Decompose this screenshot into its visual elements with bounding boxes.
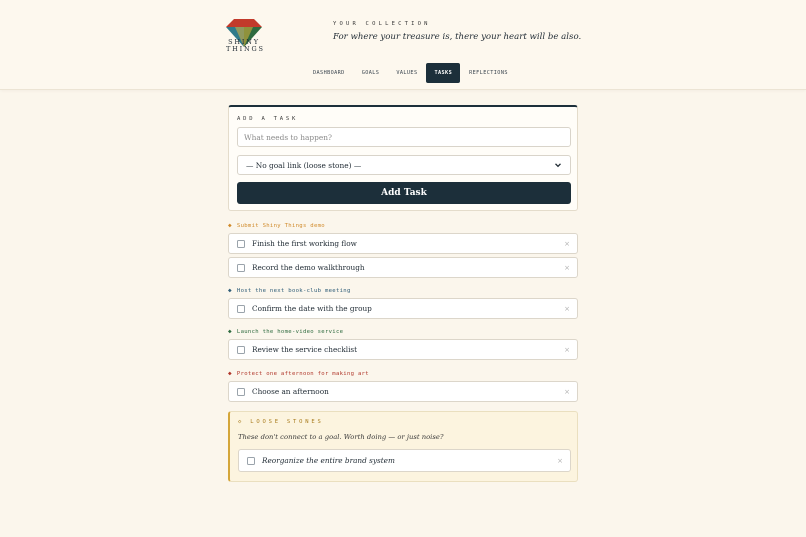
task-input[interactable]: [237, 127, 571, 147]
tab-dashboard[interactable]: DASHBOARD: [305, 63, 353, 83]
task-checkbox[interactable]: [237, 304, 245, 313]
goal-select-value: — No goal link (loose stone) —: [246, 160, 362, 170]
task-checkbox[interactable]: [247, 456, 255, 465]
goal-group-name: Host the next book-club meeting: [236, 287, 351, 294]
loose-stones-card: ◇ LOOSE STONES These don't connect to a …: [228, 411, 578, 482]
loose-stones-title: LOOSE STONES: [250, 419, 324, 425]
tab-reflections[interactable]: REFLECTIONS: [461, 63, 516, 83]
task-row: Reorganize the entire brand system ×: [238, 449, 571, 472]
task-title: Confirm the date with the group: [252, 304, 372, 313]
diamond-marker-icon: ◆: [228, 287, 232, 294]
add-task-card: ADD A TASK — No goal link (loose stone) …: [228, 105, 578, 211]
goal-group-label: ◆ Host the next book-club meeting: [228, 287, 351, 294]
task-checkbox[interactable]: [237, 263, 245, 272]
tab-values[interactable]: VALUES: [388, 63, 425, 83]
goal-group-name: Protect one afternoon for making art: [236, 370, 369, 377]
tab-tasks[interactable]: TASKS: [426, 63, 461, 83]
goal-group-label: ◆ Submit Shiny Things demo: [228, 222, 325, 229]
delete-task-icon[interactable]: ×: [563, 388, 571, 396]
delete-task-icon[interactable]: ×: [556, 457, 564, 465]
task-row: Finish the first working flow ×: [228, 233, 578, 254]
task-row: Review the service checklist ×: [228, 339, 578, 360]
loose-stone-icon: ◇: [238, 419, 245, 425]
delete-task-icon[interactable]: ×: [563, 240, 571, 248]
header-kicker: YOUR COLLECTION: [333, 21, 431, 27]
task-title: Finish the first working flow: [252, 239, 357, 248]
task-row: Record the demo walkthrough ×: [228, 257, 578, 278]
task-checkbox[interactable]: [237, 387, 245, 396]
chevron-down-icon: [555, 163, 561, 168]
task-title: Review the service checklist: [252, 345, 358, 354]
task-title: Choose an afternoon: [252, 387, 329, 396]
goal-group-name: Submit Shiny Things demo: [236, 222, 325, 229]
delete-task-icon[interactable]: ×: [563, 346, 571, 354]
add-task-label: ADD A TASK: [237, 116, 299, 122]
task-title: Record the demo walkthrough: [252, 263, 365, 272]
app-header: SHINY THINGS YOUR COLLECTION For where y…: [0, 0, 806, 90]
header-tagline: For where your treasure is, there your h…: [333, 32, 582, 42]
diamond-marker-icon: ◆: [228, 328, 232, 335]
brand-line-2: THINGS: [226, 45, 265, 53]
brand-wordmark: SHINY THINGS: [226, 39, 265, 53]
task-row: Confirm the date with the group ×: [228, 298, 578, 319]
goal-group-name: Launch the home-video service: [236, 328, 344, 335]
diamond-marker-icon: ◆: [228, 370, 232, 377]
loose-stones-label: ◇ LOOSE STONES: [238, 419, 324, 425]
goal-group-label: ◆ Launch the home-video service: [228, 328, 343, 335]
goal-link-select[interactable]: — No goal link (loose stone) —: [237, 155, 571, 175]
task-checkbox[interactable]: [237, 345, 245, 354]
task-row: Choose an afternoon ×: [228, 381, 578, 402]
delete-task-icon[interactable]: ×: [563, 264, 571, 272]
goal-group-label: ◆ Protect one afternoon for making art: [228, 370, 369, 377]
loose-stones-note: These don't connect to a goal. Worth doi…: [238, 433, 444, 441]
diamond-marker-icon: ◆: [228, 222, 232, 229]
delete-task-icon[interactable]: ×: [563, 305, 571, 313]
tab-goals[interactable]: GOALS: [354, 63, 388, 83]
main-nav: DASHBOARD GOALS VALUES TASKS REFLECTIONS: [305, 63, 517, 83]
task-checkbox[interactable]: [237, 239, 245, 248]
task-title: Reorganize the entire brand system: [262, 456, 395, 465]
add-task-button[interactable]: Add Task: [237, 182, 571, 204]
